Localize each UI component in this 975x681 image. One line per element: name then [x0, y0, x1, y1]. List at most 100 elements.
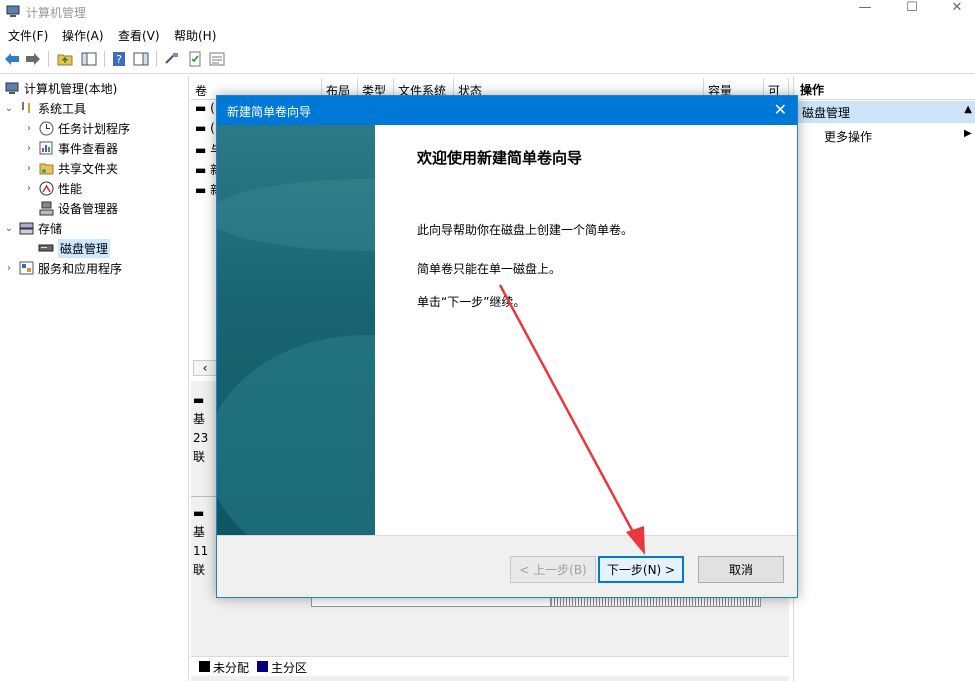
navigation-tree: 计算机管理(本地) ⌄ 系统工具 › 任务计划程序 › 事件查看器 › 共享文件…: [0, 76, 189, 681]
next-button[interactable]: 下一步(N) >: [598, 556, 684, 583]
wizard-banner-image: [217, 125, 375, 535]
maximize-button[interactable]: ☐: [897, 0, 927, 18]
tree-item-storage[interactable]: ⌄ 存储: [4, 218, 62, 238]
tree-item-disk-management[interactable]: 磁盘管理: [34, 238, 111, 258]
tree-label: 事件查看器: [58, 141, 119, 156]
tree-item-task-scheduler[interactable]: › 任务计划程序: [24, 118, 130, 138]
collapse-up-icon[interactable]: ▲: [964, 104, 972, 115]
toolbar-separator: [156, 51, 157, 67]
wizard-text-3: 单击“下一步”继续。: [417, 295, 526, 309]
show-hide-action-pane-icon[interactable]: [132, 50, 150, 68]
chevron-down-icon[interactable]: ⌄: [4, 103, 14, 114]
tree-item-shared-folders[interactable]: › 共享文件夹: [24, 158, 118, 178]
properties-list-icon[interactable]: [208, 50, 226, 68]
device-manager-icon: [38, 200, 54, 216]
legend-swatch-primary: [257, 661, 268, 672]
more-actions-item[interactable]: 更多操作: [824, 128, 872, 145]
chevron-right-icon[interactable]: ›: [4, 263, 14, 274]
tools-icon: [18, 100, 34, 116]
chevron-down-icon[interactable]: ⌄: [4, 223, 14, 234]
computer-management-icon: [6, 5, 20, 17]
back-button[interactable]: < 上一步(B): [510, 556, 596, 583]
volume-icon: ▬: [195, 121, 207, 135]
wizard-heading: 欢迎使用新建简单卷向导: [417, 149, 583, 167]
tree-root[interactable]: 计算机管理(本地): [4, 78, 117, 98]
folder-up-icon[interactable]: [56, 50, 74, 68]
title-bar: 计算机管理 — ☐ ✕: [0, 0, 975, 24]
disk-1-label[interactable]: ▬ 基 11 联: [193, 504, 213, 580]
wizard-content: 欢迎使用新建简单卷向导 此向导帮助你在磁盘上创建一个简单卷。 简单卷只能在单一磁…: [375, 125, 797, 535]
scroll-left-button[interactable]: ‹: [193, 360, 217, 376]
menu-view[interactable]: 查看(V): [118, 27, 160, 44]
toolbar: ?: [0, 46, 975, 74]
legend: 未分配 主分区: [191, 656, 789, 676]
cancel-button[interactable]: 取消: [698, 556, 784, 583]
checklist-icon[interactable]: [186, 50, 204, 68]
disk-icon: ▬: [193, 506, 205, 520]
legend-label-unallocated: 未分配: [213, 661, 250, 675]
legend-swatch-unallocated: [199, 661, 210, 672]
chevron-right-icon[interactable]: ›: [24, 123, 34, 134]
tree-label: 计算机管理(本地): [24, 81, 118, 96]
tree-item-performance[interactable]: › 性能: [24, 178, 82, 198]
disk-icon: ▬: [193, 393, 205, 407]
volume-icon: ▬: [195, 143, 207, 157]
legend-label-primary: 主分区: [271, 661, 308, 675]
wizard-footer: < 上一步(B) 下一步(N) > 取消: [217, 535, 797, 597]
volume-icon: ▬: [195, 101, 207, 115]
services-icon: [18, 260, 34, 276]
chevron-right-icon[interactable]: ▶: [964, 128, 972, 139]
dialog-title: 新建简单卷向导: [227, 105, 312, 119]
disk-icon: [38, 240, 54, 256]
toolbar-separator: [48, 51, 49, 67]
tree-item-event-viewer[interactable]: › 事件查看器: [24, 138, 118, 158]
performance-icon: [38, 180, 54, 196]
event-viewer-icon: [38, 140, 54, 156]
menu-file[interactable]: 文件(F): [8, 27, 48, 44]
minimize-button[interactable]: —: [850, 0, 880, 18]
tree-label: 磁盘管理: [58, 238, 111, 258]
tree-label: 存储: [38, 221, 63, 236]
chevron-right-icon[interactable]: ›: [24, 143, 34, 154]
tree-label: 设备管理器: [58, 201, 119, 216]
connect-icon[interactable]: [163, 50, 181, 68]
volume-row[interactable]: ▬ (: [195, 101, 215, 115]
wizard-text-1: 此向导帮助你在磁盘上创建一个简单卷。: [417, 223, 634, 237]
tree-label: 性能: [58, 181, 83, 196]
tree-label: 服务和应用程序: [38, 261, 123, 276]
tree-item-services-apps[interactable]: › 服务和应用程序: [4, 258, 122, 278]
volume-icon: ▬: [195, 183, 207, 197]
disk-0-label[interactable]: ▬ 基 23 联: [193, 391, 213, 467]
tree-item-device-manager[interactable]: 设备管理器: [34, 198, 118, 218]
show-hide-tree-icon[interactable]: [80, 50, 98, 68]
menu-bar: 文件(F) 操作(A) 查看(V) 帮助(H): [0, 24, 975, 46]
new-simple-volume-wizard: 新建简单卷向导 ✕ 欢迎使用新建简单卷向导 此向导帮助你在磁盘上创建一个简单卷。…: [216, 95, 798, 598]
window-title: 计算机管理: [26, 6, 87, 20]
forward-arrow-icon[interactable]: [24, 50, 42, 68]
back-arrow-icon[interactable]: [3, 50, 21, 68]
menu-help[interactable]: 帮助(H): [174, 27, 216, 44]
tree-label: 共享文件夹: [58, 161, 119, 176]
chevron-right-icon[interactable]: ›: [24, 163, 34, 174]
dialog-title-bar: 新建简单卷向导 ✕: [217, 96, 797, 125]
actions-pane: 操作 磁盘管理 ▲ 更多操作 ▶: [793, 76, 975, 681]
actions-group-disk-management[interactable]: 磁盘管理 ▲: [794, 101, 975, 123]
volume-icon: ▬: [195, 163, 207, 177]
computer-management-icon: [4, 80, 20, 96]
help-icon[interactable]: ?: [110, 50, 128, 68]
tree-item-system-tools[interactable]: ⌄ 系统工具: [4, 98, 86, 118]
tree-label: 系统工具: [38, 101, 87, 116]
storage-icon: [18, 220, 34, 236]
clock-icon: [38, 120, 54, 136]
shared-folder-icon: [38, 160, 54, 176]
svg-text:?: ?: [116, 53, 122, 66]
actions-header: 操作: [794, 78, 975, 100]
menu-action[interactable]: 操作(A): [62, 27, 104, 44]
close-window-button[interactable]: ✕: [942, 0, 972, 18]
tree-label: 任务计划程序: [58, 121, 131, 136]
chevron-right-icon[interactable]: ›: [24, 183, 34, 194]
wizard-text-2: 简单卷只能在单一磁盘上。: [417, 262, 562, 276]
volume-row[interactable]: ▬ (: [195, 121, 215, 135]
dialog-close-icon[interactable]: ✕: [774, 100, 787, 119]
toolbar-separator: [104, 51, 105, 67]
